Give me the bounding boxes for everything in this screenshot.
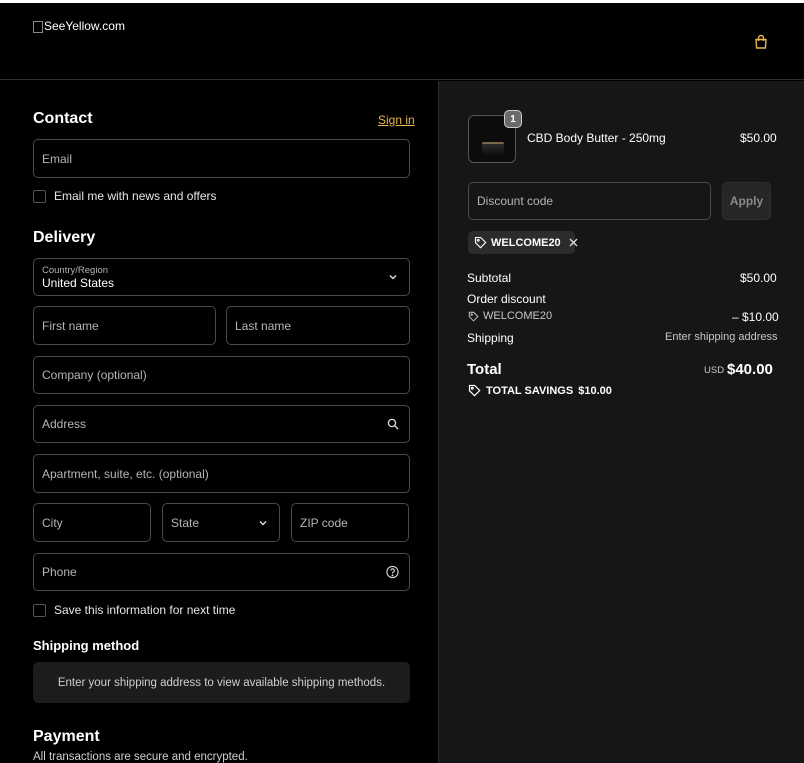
- discount-placeholder: Discount code: [477, 194, 554, 208]
- email-placeholder: Email: [42, 151, 73, 166]
- address-field[interactable]: Address: [33, 405, 410, 443]
- tag-icon: [474, 236, 487, 249]
- apartment-field[interactable]: Apartment, suite, etc. (optional): [33, 454, 410, 493]
- shipping-method-notice: Enter your shipping address to view avai…: [33, 662, 410, 703]
- chevron-down-icon: [259, 520, 267, 525]
- company-field[interactable]: Company (optional): [33, 356, 410, 394]
- phone-placeholder: Phone: [42, 565, 77, 579]
- shipping-method-title: Shipping method: [33, 638, 140, 653]
- first-name-placeholder: First name: [42, 318, 99, 333]
- product-name: CBD Body Butter - 250mg: [527, 131, 666, 145]
- country-value: United States: [42, 276, 115, 290]
- save-info-checkbox[interactable]: Save this information for next time: [33, 603, 235, 617]
- zip-placeholder: ZIP code: [300, 515, 348, 530]
- payment-subtitle: All transactions are secure and encrypte…: [33, 751, 248, 763]
- help-icon[interactable]: [386, 565, 399, 579]
- state-select[interactable]: State: [162, 503, 280, 542]
- savings-value: $10.00: [578, 384, 612, 397]
- first-name-field[interactable]: First name: [33, 306, 216, 345]
- savings-label: TOTAL SAVINGS: [486, 384, 574, 397]
- total-label: Total: [467, 361, 502, 378]
- subtotal-value: $50.00: [740, 271, 777, 285]
- currency-code: USD: [704, 365, 725, 376]
- shipping-value: Enter shipping address: [665, 331, 778, 343]
- phone-field[interactable]: Phone: [33, 553, 410, 591]
- city-placeholder: City: [42, 515, 63, 530]
- shipping-label: Shipping: [467, 331, 514, 345]
- total-value: $40.00: [727, 361, 773, 378]
- checkbox-box[interactable]: [33, 189, 46, 203]
- save-info-label: Save this information for next time: [54, 603, 236, 617]
- product-price: $50.00: [740, 131, 777, 145]
- site-header: SeeYellow.com: [0, 3, 804, 80]
- city-field[interactable]: City: [33, 503, 151, 542]
- payment-title: Payment: [33, 728, 100, 745]
- chevron-down-icon: [389, 275, 397, 280]
- last-name-placeholder: Last name: [235, 318, 292, 333]
- country-label: Country/Region: [42, 265, 109, 276]
- subtotal-label: Subtotal: [467, 271, 512, 285]
- shipping-method-message: Enter your shipping address to view avai…: [57, 676, 386, 689]
- newsletter-label: Email me with news and offers: [54, 189, 217, 203]
- broken-image-icon: [33, 21, 43, 33]
- applied-code-text: WELCOME20: [491, 236, 561, 249]
- zip-field[interactable]: ZIP code: [291, 503, 409, 542]
- state-placeholder: State: [171, 515, 200, 530]
- tag-icon: [468, 384, 481, 397]
- address-placeholder: Address: [42, 417, 87, 431]
- tag-icon: [468, 311, 479, 322]
- quantity-badge: 1: [504, 110, 522, 128]
- close-icon[interactable]: [568, 237, 579, 248]
- apartment-placeholder: Apartment, suite, etc. (optional): [42, 466, 209, 481]
- logo-alt-text: SeeYellow.com: [44, 19, 125, 33]
- country-select[interactable]: Country/Region United States: [33, 258, 410, 296]
- delivery-title: Delivery: [33, 229, 96, 246]
- email-field[interactable]: Email: [33, 139, 410, 178]
- site-logo[interactable]: SeeYellow.com: [33, 19, 125, 33]
- order-discount-value: – $10.00: [732, 310, 779, 324]
- product-jar-image: [482, 142, 504, 156]
- last-name-field[interactable]: Last name: [226, 306, 410, 345]
- applied-discount-chip: WELCOME20: [468, 231, 578, 254]
- search-icon: [387, 418, 399, 430]
- order-discount-code-text: WELCOME20: [483, 310, 553, 322]
- checkbox-box[interactable]: [33, 603, 46, 617]
- apply-button[interactable]: Apply: [722, 182, 771, 220]
- newsletter-checkbox[interactable]: Email me with news and offers: [33, 189, 217, 203]
- discount-code-field[interactable]: Discount code: [468, 182, 711, 220]
- shopping-bag-icon[interactable]: [753, 34, 769, 50]
- contact-title: Contact: [33, 110, 93, 127]
- company-placeholder: Company (optional): [42, 368, 147, 382]
- order-discount-code: WELCOME20: [468, 310, 552, 322]
- sign-in-link[interactable]: Sign in: [378, 113, 415, 127]
- order-discount-label: Order discount: [467, 292, 546, 306]
- total-savings: TOTAL SAVINGS $10.00: [468, 384, 612, 397]
